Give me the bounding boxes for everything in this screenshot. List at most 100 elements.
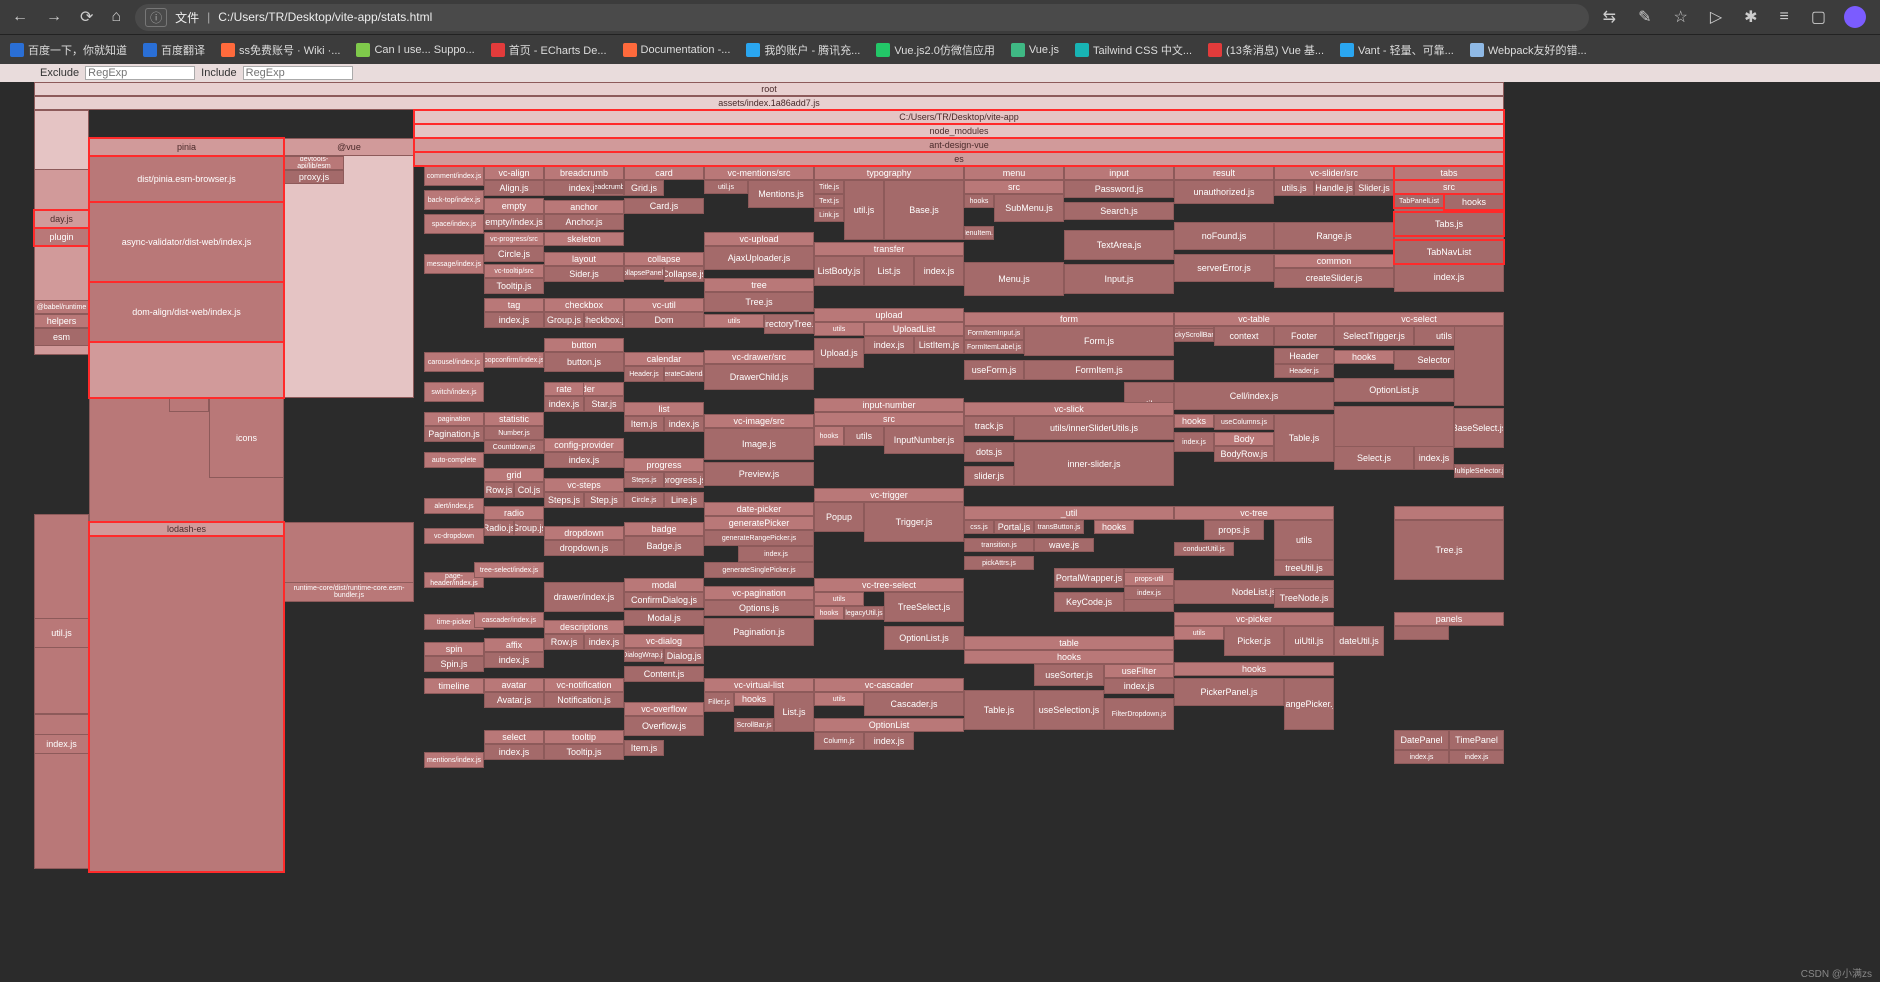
treemap-node[interactable]: Handle.js xyxy=(1314,180,1354,196)
treemap-node[interactable]: src xyxy=(964,180,1064,194)
treemap-node[interactable]: _util xyxy=(964,506,1174,520)
treemap-node[interactable]: empty xyxy=(484,198,544,214)
treemap-node[interactable]: utils.js xyxy=(1274,180,1314,196)
treemap-node[interactable]: space/index.js xyxy=(424,214,484,234)
treemap-node[interactable]: switch/index.js xyxy=(424,382,484,402)
treemap-node[interactable]: assets/index.1a86add7.js xyxy=(34,96,1504,110)
treemap-node[interactable]: Footer xyxy=(1274,326,1334,346)
treemap-node[interactable]: Collapse.js xyxy=(664,266,704,282)
treemap-node[interactable]: index.js xyxy=(1124,586,1174,600)
bookmark-item[interactable]: Vue.js2.0仿微信应用 xyxy=(876,42,994,58)
treemap-node[interactable]: Base.js xyxy=(884,180,964,240)
treemap-node[interactable]: Steps.js xyxy=(624,472,664,488)
treemap-node[interactable]: TreeNode.js xyxy=(1274,588,1334,608)
bookmark-item[interactable]: Documentation -... xyxy=(623,43,731,57)
treemap-node[interactable]: hooks xyxy=(1174,662,1334,676)
treemap-node[interactable]: treeUtil.js xyxy=(1274,560,1334,576)
treemap-node[interactable]: vc-tooltip/src xyxy=(484,264,544,278)
treemap-node[interactable]: Pagination.js xyxy=(424,426,484,442)
treemap-node[interactable]: InputNumber.js xyxy=(884,426,964,454)
treemap-node[interactable]: rate xyxy=(544,382,584,396)
bookmark-item[interactable]: Webpack友好的错... xyxy=(1470,42,1587,58)
treemap-node[interactable]: Picker.js xyxy=(1224,626,1284,656)
treemap-node[interactable]: util.js xyxy=(34,618,89,648)
treemap-node[interactable] xyxy=(34,514,89,714)
avatar[interactable] xyxy=(1844,6,1866,28)
treemap-node[interactable]: FormItemInput.js xyxy=(964,326,1024,340)
treemap-node[interactable]: vc-tree xyxy=(1174,506,1334,520)
treemap-node[interactable]: vc-select xyxy=(1334,312,1504,326)
treemap-node[interactable]: useSorter.js xyxy=(1034,664,1104,686)
treemap-node[interactable]: dropdown.js xyxy=(544,540,624,556)
treemap-node[interactable]: Breadcrumb.js xyxy=(594,180,624,194)
treemap-node[interactable]: vc-util xyxy=(624,298,704,312)
treemap-node[interactable]: helpers xyxy=(34,314,89,328)
treemap-node[interactable]: form xyxy=(964,312,1174,326)
treemap-node[interactable]: index.js xyxy=(664,416,704,432)
treemap-node[interactable]: Pagination.js xyxy=(704,618,814,646)
treemap-node[interactable]: Card.js xyxy=(624,198,704,214)
treemap-node[interactable]: useColumns.js xyxy=(1214,414,1274,430)
treemap-node[interactable]: Sider.js xyxy=(544,266,624,282)
treemap-node[interactable]: vc-notification xyxy=(544,678,624,692)
treemap-node[interactable]: tag xyxy=(484,298,544,312)
treemap-node[interactable]: util.js xyxy=(844,180,884,240)
treemap-node[interactable]: transition.js xyxy=(964,538,1034,552)
treemap-node[interactable]: css.js xyxy=(964,520,994,534)
treemap-node[interactable]: Row.js xyxy=(484,482,514,498)
treemap-node[interactable]: vc-trigger xyxy=(814,488,964,502)
treemap-node[interactable]: avatar xyxy=(484,678,544,692)
treemap-node[interactable]: TreeSelect.js xyxy=(884,592,964,622)
treemap-node[interactable]: TabNavList xyxy=(1394,240,1504,264)
treemap-node[interactable]: utils xyxy=(814,592,864,606)
treemap-node[interactable]: index.js xyxy=(864,336,914,354)
treemap-node[interactable]: checkbox xyxy=(544,298,624,312)
treemap-node[interactable]: ListBody.js xyxy=(814,256,864,286)
treemap-node[interactable]: result xyxy=(1174,166,1274,180)
treemap-node[interactable]: grid xyxy=(484,468,544,482)
treemap-node[interactable]: vc-dropdown xyxy=(424,528,484,544)
treemap-node[interactable]: Slider.js xyxy=(1354,180,1394,196)
treemap-node[interactable]: calendar xyxy=(624,352,704,366)
treemap-node[interactable]: Tree.js xyxy=(704,292,814,312)
treemap-node[interactable]: useFilter xyxy=(1104,664,1174,678)
treemap-node[interactable]: TextArea.js xyxy=(1064,230,1174,260)
treemap-node[interactable]: DrawerChild.js xyxy=(704,364,814,390)
treemap-node[interactable]: select xyxy=(484,730,544,744)
treemap-node[interactable]: Trigger.js xyxy=(864,502,964,542)
treemap-node[interactable]: Options.js xyxy=(704,600,814,616)
treemap-node[interactable]: Tree.js xyxy=(1394,520,1504,580)
treemap-node[interactable]: Header.js xyxy=(624,366,664,382)
bookmark-item[interactable]: Vant - 轻量、可靠... xyxy=(1340,42,1454,58)
treemap-node[interactable]: tooltip xyxy=(544,730,624,744)
treemap-node[interactable]: ListItem.js xyxy=(914,336,964,354)
treemap-node[interactable]: MenuItem.js xyxy=(964,226,994,240)
treemap-node[interactable]: PortalWrapper.js xyxy=(1054,568,1124,588)
treemap-node[interactable] xyxy=(34,110,89,170)
treemap-node[interactable]: card xyxy=(624,166,704,180)
treemap-node[interactable]: panels xyxy=(1394,612,1504,626)
treemap-node[interactable]: es xyxy=(414,152,1504,166)
treemap-node[interactable]: C:/Users/TR/Desktop/vite-app xyxy=(414,110,1504,124)
treemap-node[interactable]: pickAttrs.js xyxy=(964,556,1034,570)
treemap-node[interactable]: utils xyxy=(844,426,884,446)
treemap-node[interactable]: inner-slider.js xyxy=(1014,442,1174,486)
treemap-node[interactable]: Title.js xyxy=(814,180,844,194)
address-bar[interactable]: ⓘ 文件 | C:/Users/TR/Desktop/vite-app/stat… xyxy=(135,4,1589,31)
treemap-node[interactable]: vc-overflow xyxy=(624,702,704,716)
treemap-node[interactable]: ScrollBar.js xyxy=(734,718,774,732)
treemap-node[interactable]: auto-complete xyxy=(424,452,484,468)
extension-icon[interactable]: ✱ xyxy=(1740,7,1761,27)
treemap-node[interactable]: Circle.js xyxy=(624,492,664,508)
treemap-node[interactable]: hooks xyxy=(734,692,774,706)
bookmark-item[interactable]: Can I use... Suppo... xyxy=(356,43,474,57)
treemap-node[interactable]: CollapsePanel.js xyxy=(624,266,664,280)
treemap-node[interactable]: Tooltip.js xyxy=(484,278,544,294)
treemap-node[interactable]: vc-pagination xyxy=(704,586,814,600)
treemap-node[interactable]: timeline xyxy=(424,678,484,694)
treemap-node[interactable]: affix xyxy=(484,638,544,652)
treemap-node[interactable]: Column.js xyxy=(814,732,864,750)
treemap-node[interactable]: index.js xyxy=(484,744,544,760)
bookmark-item[interactable]: Tailwind CSS 中文... xyxy=(1075,42,1192,58)
treemap-node[interactable]: slider.js xyxy=(964,466,1014,486)
